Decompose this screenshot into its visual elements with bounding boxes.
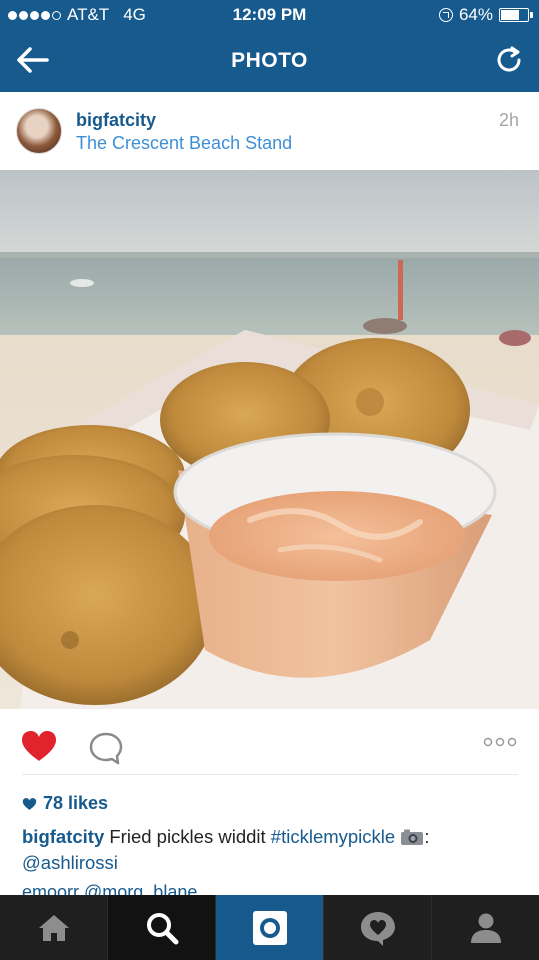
tab-profile[interactable] [432, 895, 539, 960]
battery-percent: 64% [458, 5, 493, 24]
status-right: 64% [438, 5, 533, 25]
rotation-lock-icon [438, 8, 453, 22]
battery-icon [499, 8, 533, 22]
likes-label: 78 likes [43, 793, 109, 813]
camera-icon [252, 910, 287, 945]
post-actions [0, 709, 539, 775]
tab-home[interactable] [0, 895, 108, 960]
post-photo[interactable] [0, 170, 539, 709]
caption-colon: : [424, 826, 430, 847]
status-bar: AT&T 4G 12:09 PM 64% [0, 0, 539, 30]
tab-bar [0, 895, 539, 960]
nav-bar: PHOTO [0, 30, 539, 92]
tab-activity[interactable] [324, 895, 432, 960]
battery-fill [501, 10, 519, 20]
app-header: AT&T 4G 12:09 PM 64% PHOTO [0, 0, 539, 92]
tab-camera[interactable] [216, 895, 324, 960]
small-heart-icon [22, 797, 37, 810]
caption-mention[interactable]: @ashlirossi [22, 852, 118, 873]
post-header: bigfatcity The Crescent Beach Stand 2h [0, 92, 539, 170]
page-title: PHOTO [231, 49, 308, 72]
divider [22, 774, 518, 775]
refresh-icon[interactable] [493, 44, 525, 76]
avatar[interactable] [16, 108, 62, 154]
post-timestamp: 2h [498, 110, 519, 130]
post-caption: bigfatcity Fried pickles widdit #ticklem… [22, 824, 522, 876]
likes-count[interactable]: 78 likes [22, 793, 108, 814]
activity-icon [360, 911, 395, 946]
fried-pickles-photo [0, 170, 539, 709]
comment-bubble-icon[interactable] [88, 731, 124, 765]
ellipsis-icon[interactable] [483, 737, 517, 747]
caption-username[interactable]: bigfatcity [22, 826, 104, 847]
post-username[interactable]: bigfatcity [76, 110, 156, 131]
camera-emoji-icon [401, 829, 424, 845]
search-icon [146, 912, 178, 944]
caption-hashtag[interactable]: #ticklemypickle [271, 826, 395, 847]
profile-icon [470, 913, 501, 943]
post-location[interactable]: The Crescent Beach Stand [76, 133, 292, 154]
home-icon [38, 914, 69, 941]
caption-text: Fried pickles widdit [104, 826, 271, 847]
tab-search[interactable] [108, 895, 216, 960]
heart-icon[interactable] [20, 729, 58, 763]
